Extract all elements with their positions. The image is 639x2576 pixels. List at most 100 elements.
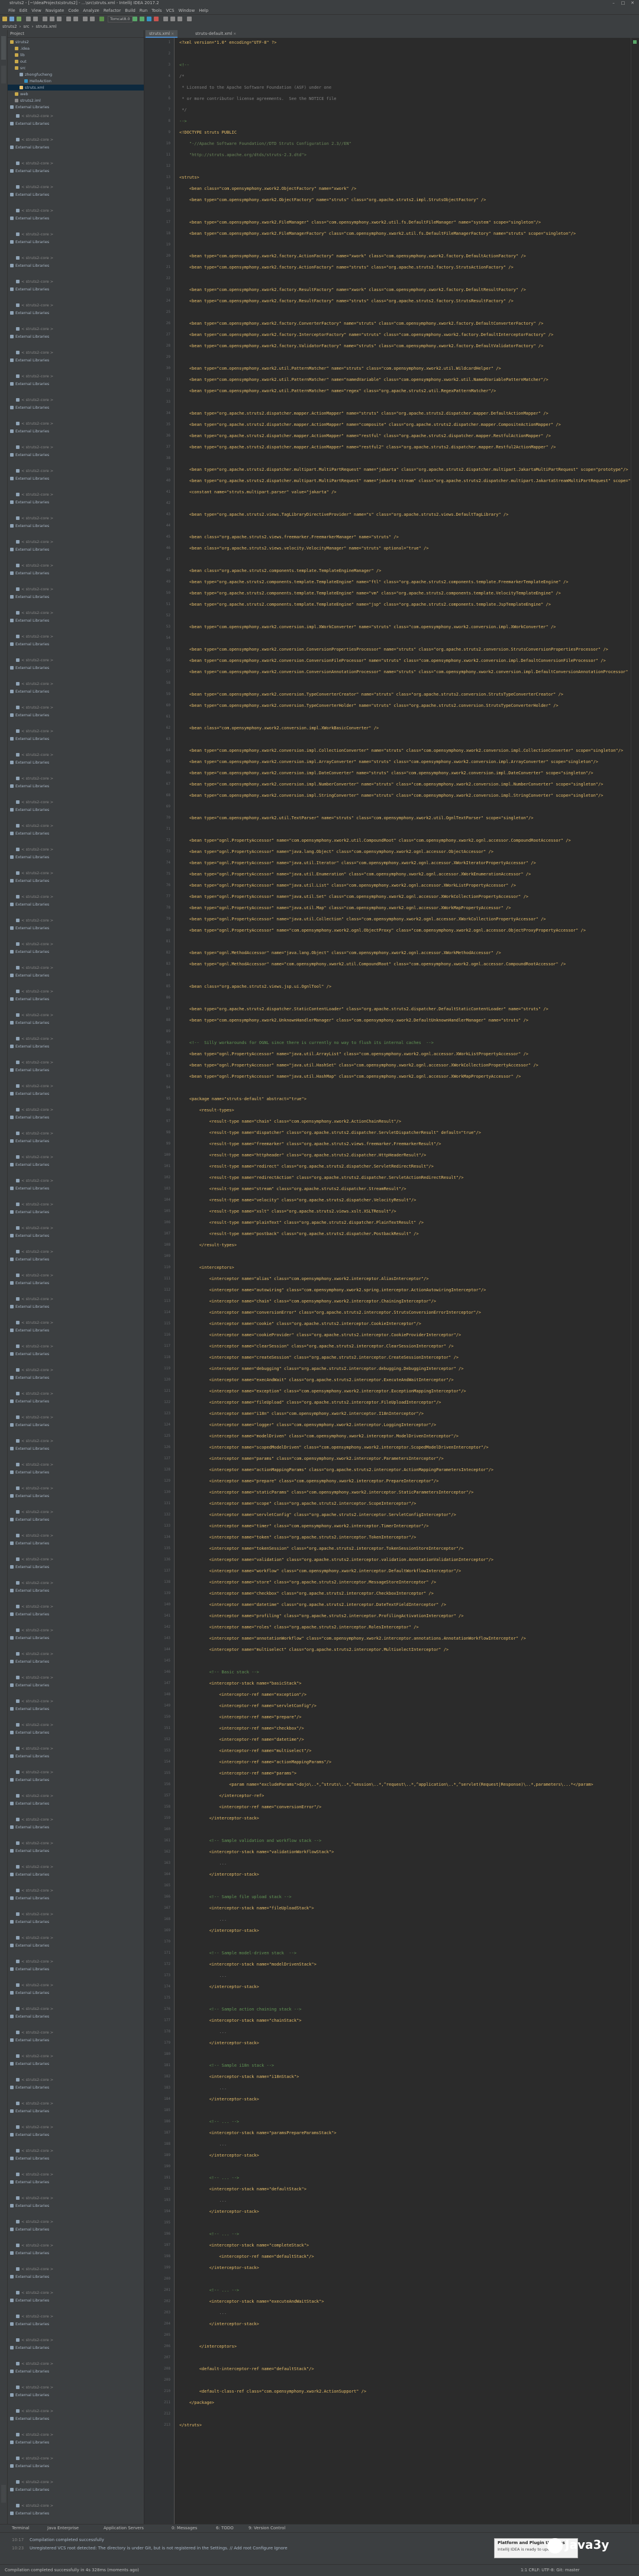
tree-item[interactable]: < struts2-core > — [8, 2077, 53, 2083]
tree-item[interactable]: External Libraries — [8, 1327, 49, 1333]
tree-item[interactable]: External Libraries — [8, 759, 49, 765]
tree-item[interactable]: < struts2-core > — [8, 2503, 53, 2509]
tree-item[interactable]: HelloAction — [8, 78, 144, 84]
open-folder-icon[interactable] — [2, 17, 7, 21]
tree-item[interactable]: External Libraries — [8, 1753, 49, 1759]
menu-item[interactable]: Edit — [20, 8, 28, 13]
tree-item[interactable]: < struts2-core > — [8, 1438, 53, 1444]
menu-item[interactable]: File — [8, 8, 15, 13]
tree-item[interactable]: External Libraries — [8, 2155, 49, 2161]
tree-item[interactable]: < struts2-core > — [8, 657, 53, 663]
tree-item[interactable]: External Libraries — [8, 1824, 49, 1830]
tree-item[interactable]: < struts2-core > — [8, 255, 53, 261]
bottom-tool-button[interactable]: 0: Messages — [172, 2526, 197, 2530]
tree-item[interactable]: External Libraries — [8, 1848, 49, 1854]
tree-item[interactable]: External Libraries — [8, 1209, 49, 1215]
tree-item[interactable]: < struts2-core > — [8, 350, 53, 355]
tree-item[interactable]: External Libraries — [8, 1564, 49, 1570]
tree-item[interactable]: External Libraries — [8, 2037, 49, 2043]
tree-item[interactable]: External Libraries — [8, 878, 49, 884]
tree-item[interactable]: < struts2-core > — [8, 1935, 53, 1941]
tree-item[interactable]: < struts2-core > — [8, 1958, 53, 1964]
close-tab-icon[interactable]: ✕ — [232, 32, 236, 36]
tree-item[interactable]: External Libraries — [8, 2510, 49, 2516]
tree-item[interactable]: External Libraries — [8, 2392, 49, 2398]
tree-item[interactable]: External Libraries — [8, 476, 49, 481]
stop-icon[interactable] — [154, 17, 159, 21]
tree-item[interactable]: < struts2-core > — [8, 1675, 53, 1680]
tree-item[interactable]: External Libraries — [8, 1966, 49, 1972]
tree-item[interactable]: External Libraries — [8, 1730, 49, 1735]
tree-item[interactable]: External Libraries — [8, 144, 49, 150]
tree-item[interactable]: < struts2-core > — [8, 1556, 53, 1562]
structure-tool-button[interactable] — [1, 66, 6, 83]
bottom-tool-button[interactable]: Application Servers — [104, 2526, 144, 2530]
tree-item[interactable]: External Libraries — [8, 2203, 49, 2209]
tree-item[interactable]: out — [8, 59, 144, 64]
tree-item[interactable]: External Libraries — [8, 523, 49, 529]
tree-item[interactable]: External Libraries — [8, 1990, 49, 1996]
tree-item[interactable]: External Libraries — [8, 689, 49, 694]
forward-icon[interactable] — [90, 17, 95, 21]
tree-item[interactable]: External Libraries — [8, 594, 49, 600]
tree-item[interactable]: < struts2-core > — [8, 2219, 53, 2225]
tree-item[interactable]: struts.xml — [8, 85, 144, 91]
tree-item[interactable]: < struts2-core > — [8, 1272, 53, 1278]
tree-item[interactable]: < struts2-core > — [8, 610, 53, 616]
tree-item[interactable]: External Libraries — [8, 1351, 49, 1357]
bottom-tool-button[interactable]: Terminal — [12, 2526, 30, 2530]
tree-item[interactable]: < struts2-core > — [8, 421, 53, 426]
tree-item[interactable]: External Libraries — [8, 712, 49, 718]
tree-item[interactable]: External Libraries — [8, 1611, 49, 1617]
tree-item[interactable]: < struts2-core > — [8, 2266, 53, 2272]
tree-item[interactable]: External Libraries — [8, 736, 49, 742]
tree-item[interactable]: External Libraries — [8, 1304, 49, 1310]
tree-item[interactable]: External Libraries — [8, 263, 49, 269]
tree-item[interactable]: < struts2-core > — [8, 184, 53, 190]
tree-item[interactable]: External Libraries — [8, 121, 49, 127]
tree-item[interactable]: struts2.iml — [8, 98, 144, 104]
tree-item[interactable]: < struts2-core > — [8, 2384, 53, 2390]
tree-item[interactable]: External Libraries — [8, 1706, 49, 1712]
tree-item[interactable]: < struts2-core > — [8, 1343, 53, 1349]
tree-item[interactable]: External Libraries — [8, 1942, 49, 1948]
tree-item[interactable]: External Libraries — [8, 2321, 49, 2327]
tree-item[interactable]: External Libraries — [8, 2439, 49, 2445]
tree-item[interactable]: External Libraries — [8, 1682, 49, 1688]
tree-item[interactable]: < struts2-core > — [8, 1580, 53, 1586]
settings-icon[interactable] — [170, 17, 175, 21]
tree-item[interactable]: External Libraries — [8, 1422, 49, 1428]
paste-icon[interactable] — [57, 17, 62, 21]
tree-item[interactable]: < struts2-core > — [8, 326, 53, 332]
tree-item[interactable]: External Libraries — [8, 2013, 49, 2019]
tree-item[interactable]: External Libraries — [8, 783, 49, 789]
breadcrumb-item[interactable]: struts.xml — [36, 24, 56, 29]
tree-item[interactable]: < struts2-core > — [8, 634, 53, 639]
tree-item[interactable]: External Libraries — [8, 2084, 49, 2090]
run-config-select[interactable]: Tomcat8.0 — [108, 16, 133, 22]
tree-item[interactable]: < struts2-core > — [8, 775, 53, 781]
tree-item[interactable]: External Libraries — [8, 925, 49, 931]
breadcrumb-item[interactable]: struts2 — [2, 24, 17, 29]
tree-item[interactable]: External Libraries — [8, 2368, 49, 2374]
tree-item[interactable]: < struts2-core > — [8, 160, 53, 166]
tree-item[interactable]: < struts2-core > — [8, 2029, 53, 2035]
tree-item[interactable]: < struts2-core > — [8, 2242, 53, 2248]
tree-item[interactable]: External Libraries — [8, 168, 49, 174]
tree-item[interactable]: External Libraries — [8, 1375, 49, 1381]
tree-item[interactable]: < struts2-core > — [8, 1509, 53, 1515]
tree-item[interactable]: < struts2-core > — [8, 1414, 53, 1420]
tree-item[interactable]: < struts2-core > — [8, 846, 53, 852]
tree-item[interactable]: src — [8, 65, 144, 71]
tree-item[interactable]: < struts2-core > — [8, 1982, 53, 1988]
tree-item[interactable]: < struts2-core > — [8, 894, 53, 900]
tree-item[interactable]: < struts2-core > — [8, 1769, 53, 1775]
tree-item[interactable]: < struts2-core > — [8, 1651, 53, 1657]
tree-item[interactable]: External Libraries — [8, 570, 49, 576]
tree-item[interactable]: External Libraries — [8, 2416, 49, 2422]
tree-item[interactable]: External Libraries — [8, 1446, 49, 1452]
tree-item[interactable]: < struts2-core > — [8, 279, 53, 285]
build-icon[interactable] — [99, 17, 104, 21]
editor-tab[interactable]: struts.xml ✕ — [146, 30, 178, 38]
close-tab-icon[interactable]: ✕ — [170, 32, 174, 36]
